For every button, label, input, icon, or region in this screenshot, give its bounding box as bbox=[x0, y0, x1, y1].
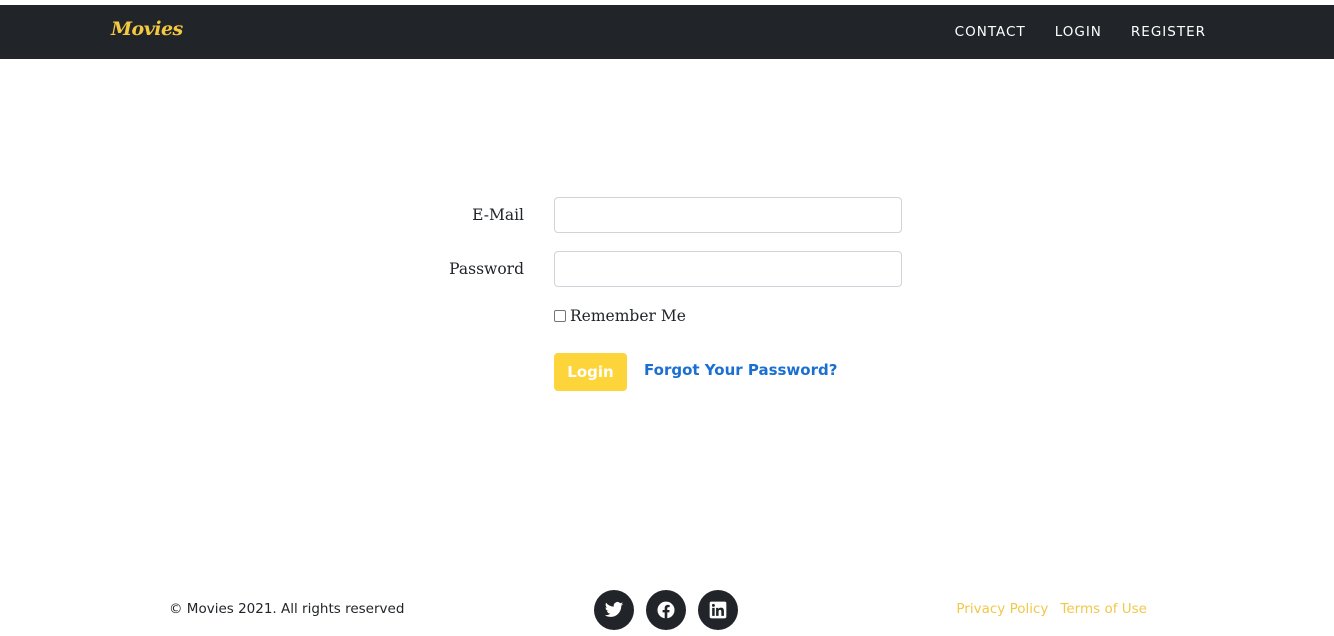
social-links bbox=[594, 590, 738, 630]
linkedin-button[interactable] bbox=[698, 590, 738, 630]
twitter-button[interactable] bbox=[594, 590, 634, 630]
password-label: Password bbox=[449, 260, 524, 278]
privacy-policy-link[interactable]: Privacy Policy bbox=[956, 601, 1048, 617]
forgot-password-link[interactable]: Forgot Your Password? bbox=[644, 361, 837, 379]
page: Movies CONTACT LOGIN REGISTER E-Mail Pas… bbox=[0, 0, 1334, 636]
copyright-text: © Movies 2021. All rights reserved bbox=[169, 601, 405, 617]
remember-me: Remember Me bbox=[554, 307, 686, 325]
remember-me-checkbox[interactable] bbox=[554, 310, 566, 322]
facebook-button[interactable] bbox=[646, 590, 686, 630]
terms-of-use-link[interactable]: Terms of Use bbox=[1060, 601, 1147, 617]
twitter-icon bbox=[604, 602, 624, 617]
nav-link-login[interactable]: LOGIN bbox=[1055, 24, 1102, 40]
nav-link-contact[interactable]: CONTACT bbox=[955, 24, 1026, 40]
email-field[interactable] bbox=[554, 197, 902, 233]
facebook-icon bbox=[657, 601, 675, 619]
nav-link-register[interactable]: REGISTER bbox=[1131, 24, 1206, 40]
nav-links: CONTACT LOGIN REGISTER bbox=[955, 5, 1206, 59]
password-field[interactable] bbox=[554, 251, 902, 287]
footer-links: Privacy Policy Terms of Use bbox=[956, 601, 1147, 617]
navbar: Movies CONTACT LOGIN REGISTER bbox=[0, 5, 1334, 59]
login-button[interactable]: Login bbox=[554, 353, 627, 391]
email-label: E-Mail bbox=[472, 206, 524, 224]
linkedin-icon bbox=[709, 601, 727, 619]
brand-logo[interactable]: Movies bbox=[111, 18, 183, 40]
remember-me-label: Remember Me bbox=[570, 307, 686, 325]
